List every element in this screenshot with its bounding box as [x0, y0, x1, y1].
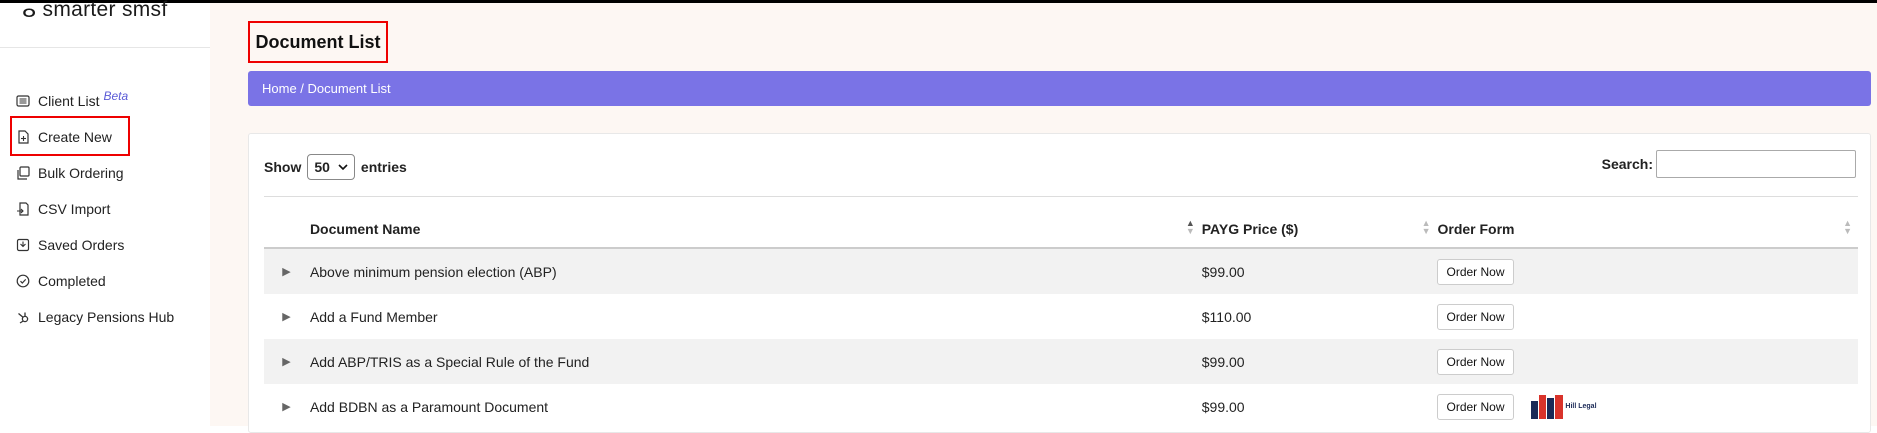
- expand-column-header: [264, 211, 309, 249]
- expand-row-icon[interactable]: ▶: [264, 294, 309, 339]
- order-form-cell: Order Now: [1436, 339, 1858, 384]
- search-input[interactable]: [1656, 150, 1856, 178]
- order-now-button[interactable]: Order Now: [1437, 348, 1514, 375]
- order-form-cell: Order Now: [1436, 248, 1858, 294]
- sidebar-item-label: Completed: [38, 273, 106, 289]
- entries-length-control: Show 50 entries: [264, 154, 407, 180]
- page-title: Document List: [248, 21, 388, 63]
- column-header-order-form[interactable]: Order Form ▲ ▼: [1436, 211, 1858, 249]
- search-control: Search:: [1602, 150, 1856, 178]
- copy-icon: [16, 166, 38, 180]
- document-name: Add ABP/TRIS as a Special Rule of the Fu…: [309, 353, 590, 370]
- list-icon: [16, 94, 38, 108]
- sidebar-item-saved-orders[interactable]: Saved Orders: [0, 227, 210, 263]
- document-list-card: Show 50 entries Search: Document Name ▲ …: [248, 133, 1871, 433]
- entries-select-value: 50: [314, 159, 330, 175]
- expand-row-icon[interactable]: ▶: [264, 248, 309, 294]
- payg-price: $99.00: [1201, 398, 1245, 415]
- document-name: Add a Fund Member: [309, 308, 438, 325]
- sidebar-item-csv-import[interactable]: CSV Import: [0, 191, 210, 227]
- logo-mark-icon: ⴰ: [22, 0, 37, 22]
- table-row: ▶ Above minimum pension election (ABP) $…: [264, 248, 1858, 294]
- sidebar-divider: [0, 47, 210, 48]
- document-name: Above minimum pension election (ABP): [309, 263, 557, 280]
- check-circle-icon: [16, 274, 38, 288]
- order-now-button[interactable]: Order Now: [1437, 393, 1514, 420]
- table-row: ▶ Add ABP/TRIS as a Special Rule of the …: [264, 339, 1858, 384]
- hubspot-icon: [16, 310, 38, 324]
- sidebar-item-create-new[interactable]: Create New: [0, 116, 210, 156]
- divider: [264, 196, 1858, 197]
- breadcrumb[interactable]: Home / Document List: [248, 71, 1871, 106]
- column-header-document-name[interactable]: Document Name ▲ ▼: [308, 211, 1201, 249]
- payg-price: $99.00: [1201, 263, 1245, 280]
- show-label: Show: [264, 159, 302, 175]
- table-row: ▶ Add BDBN as a Paramount Document $99.0…: [264, 384, 1858, 429]
- highlight-box: [10, 116, 130, 156]
- sidebar-item-label: Legacy Pensions Hub: [38, 309, 175, 325]
- column-header-payg-price[interactable]: PAYG Price ($) ▲ ▼: [1200, 211, 1437, 249]
- table-header-row: Document Name ▲ ▼ PAYG Price ($) ▲ ▼ Order…: [264, 211, 1858, 249]
- sidebar: ⴰ smarter smsf Client List Beta Create N…: [0, 0, 210, 426]
- entries-select[interactable]: 50: [307, 154, 355, 180]
- sidebar-item-label: Client List: [38, 93, 100, 109]
- document-name: Add BDBN as a Paramount Document: [309, 398, 549, 415]
- order-now-button[interactable]: Order Now: [1437, 303, 1514, 330]
- table-row: ▶ Add a Fund Member $110.00 Order Now: [264, 294, 1858, 339]
- sort-asc-icon: ▲ ▼: [1185, 218, 1195, 236]
- logo-text: smarter smsf: [42, 0, 168, 21]
- sidebar-item-legacy-pensions-hub[interactable]: Legacy Pensions Hub: [0, 299, 210, 335]
- sidebar-item-bulk-ordering[interactable]: Bulk Ordering: [0, 155, 210, 191]
- order-now-button[interactable]: Order Now: [1437, 258, 1514, 285]
- expand-row-icon[interactable]: ▶: [264, 339, 309, 384]
- sidebar-item-label: Bulk Ordering: [38, 165, 124, 181]
- payg-price: $110.00: [1201, 308, 1252, 325]
- sidebar-item-label: CSV Import: [38, 201, 111, 217]
- hill-legal-logo: Hill Legal: [1531, 394, 1597, 419]
- sort-icon: ▲ ▼: [1421, 218, 1431, 236]
- sidebar-nav: Client List Beta Create New Bulk Orderin…: [0, 83, 210, 335]
- main-content: Document List Home / Document List Show …: [210, 3, 1877, 433]
- logo[interactable]: ⴰ smarter smsf: [22, 0, 167, 23]
- payg-price: $99.00: [1201, 353, 1245, 370]
- sort-icon: ▲ ▼: [1843, 218, 1852, 236]
- documents-table: Document Name ▲ ▼ PAYG Price ($) ▲ ▼ Order…: [264, 211, 1858, 429]
- beta-badge: Beta: [103, 89, 129, 103]
- order-form-cell: Order Now: [1436, 294, 1858, 339]
- chevron-down-icon: [338, 163, 348, 170]
- hill-legal-mark-icon: [1531, 394, 1564, 419]
- sidebar-item-client-list[interactable]: Client List Beta: [0, 83, 210, 119]
- file-import-icon: [16, 202, 38, 216]
- search-label: Search:: [1601, 156, 1653, 172]
- sidebar-item-completed[interactable]: Completed: [0, 263, 210, 299]
- order-form-cell: Order Now Hill Legal: [1436, 384, 1858, 429]
- entries-label: entries: [360, 159, 407, 175]
- sidebar-item-label: Saved Orders: [38, 237, 125, 253]
- save-icon: [16, 238, 38, 252]
- partner-name: Hill Legal: [1565, 402, 1597, 410]
- expand-row-icon[interactable]: ▶: [264, 384, 309, 429]
